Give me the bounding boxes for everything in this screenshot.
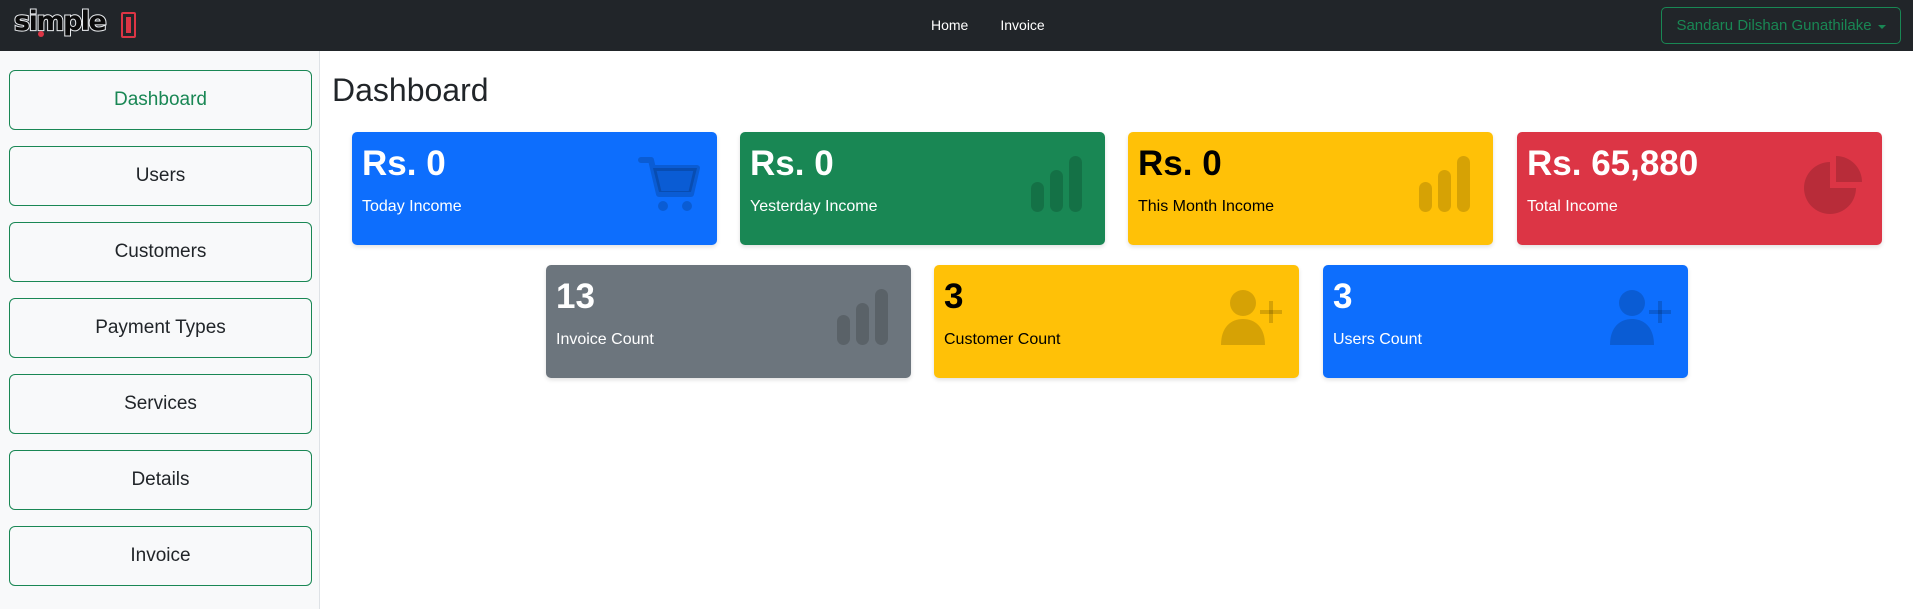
card-label: Users Count bbox=[1333, 331, 1422, 348]
sidebar-item-payment-types[interactable]: Payment Types bbox=[9, 298, 312, 358]
user-add-icon bbox=[1221, 290, 1282, 345]
card-invoice-count: 13 Invoice Count bbox=[546, 265, 911, 378]
card-value: Rs. 65,880 bbox=[1527, 144, 1699, 183]
card-value: 3 bbox=[944, 277, 964, 316]
bar-chart-icon bbox=[1419, 156, 1470, 212]
logo-dot-icon bbox=[38, 31, 44, 37]
user-menu-dropdown[interactable]: Sandaru Dilshan Gunathilake bbox=[1661, 7, 1901, 44]
card-value: Rs. 0 bbox=[1138, 144, 1222, 183]
card-label: Customer Count bbox=[944, 331, 1061, 348]
card-total-income: Rs. 65,880 Total Income bbox=[1517, 132, 1882, 245]
card-value: 3 bbox=[1333, 277, 1353, 316]
top-navbar: simple Home Invoice Sandaru Dilshan Guna… bbox=[0, 0, 1913, 51]
logo-badge-icon bbox=[121, 12, 136, 38]
pie-chart-icon bbox=[1804, 156, 1862, 214]
card-yesterday-income: Rs. 0 Yesterday Income bbox=[740, 132, 1105, 245]
caret-down-icon bbox=[1877, 24, 1886, 29]
sidebar-item-customers[interactable]: Customers bbox=[9, 222, 312, 282]
brand-name: simple bbox=[13, 5, 108, 38]
sidebar: Dashboard Users Customers Payment Types … bbox=[0, 51, 320, 609]
card-label: Total Income bbox=[1527, 198, 1618, 215]
nav-link-invoice[interactable]: Invoice bbox=[1000, 17, 1044, 33]
page-title: Dashboard bbox=[332, 72, 489, 108]
brand-logo[interactable]: simple bbox=[13, 5, 136, 42]
card-label: This Month Income bbox=[1138, 198, 1275, 215]
card-label: Yesterday Income bbox=[750, 198, 878, 215]
bar-chart-icon bbox=[837, 289, 888, 345]
user-name: Sandaru Dilshan Gunathilake bbox=[1676, 17, 1872, 34]
bar-chart-icon bbox=[1031, 156, 1082, 212]
user-add-icon bbox=[1610, 290, 1671, 345]
card-users-count: 3 Users Count bbox=[1323, 265, 1688, 378]
card-this-month-income: Rs. 0 This Month Income bbox=[1128, 132, 1493, 245]
card-label: Invoice Count bbox=[556, 331, 654, 348]
nav-links: Home Invoice bbox=[931, 17, 1045, 33]
nav-link-home[interactable]: Home bbox=[931, 17, 968, 33]
card-value: Rs. 0 bbox=[362, 144, 446, 183]
sidebar-item-dashboard[interactable]: Dashboard bbox=[9, 70, 312, 130]
card-today-income: Rs. 0 Today Income bbox=[352, 132, 717, 245]
cart-icon bbox=[638, 157, 700, 211]
sidebar-item-users[interactable]: Users bbox=[9, 146, 312, 206]
card-value: Rs. 0 bbox=[750, 144, 834, 183]
card-value: 13 bbox=[556, 277, 595, 316]
sidebar-item-invoice[interactable]: Invoice bbox=[9, 526, 312, 586]
card-customer-count: 3 Customer Count bbox=[934, 265, 1299, 378]
sidebar-item-details[interactable]: Details bbox=[9, 450, 312, 510]
card-label: Today Income bbox=[362, 198, 462, 215]
sidebar-item-services[interactable]: Services bbox=[9, 374, 312, 434]
